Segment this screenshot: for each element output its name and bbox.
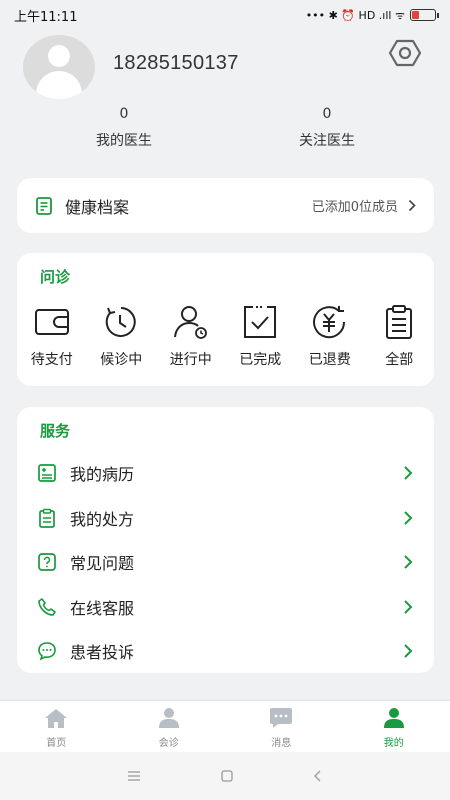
settings-hexagon-icon <box>388 39 422 67</box>
clock-icon <box>105 307 136 337</box>
health-file-icon <box>36 196 52 215</box>
consult-pending-payment[interactable]: 待支付 <box>17 303 87 369</box>
status-icons: ••• ✱ ⏰ HD .ıll ᯤ <box>305 8 405 22</box>
status-time: 上午11:11 <box>14 9 78 25</box>
chat-icon <box>38 642 56 661</box>
profile-header: 18285150137 0 我的医生 0 关注医生 <box>0 30 450 160</box>
consult-waiting[interactable]: 候诊中 <box>87 303 157 369</box>
phone-icon <box>38 597 56 616</box>
nav-label: 消息 <box>271 738 292 749</box>
profile-icon <box>383 708 404 728</box>
menu-icon[interactable] <box>127 771 141 781</box>
consult-label: 待支付 <box>30 352 73 368</box>
chevron-right-icon <box>404 600 413 614</box>
chevron-right-icon <box>408 199 416 212</box>
health-records-title: 健康档案 <box>65 197 130 217</box>
home-icon <box>45 709 68 728</box>
chevron-right-icon <box>404 466 413 480</box>
nav-home[interactable]: 首页 <box>0 701 113 752</box>
health-members-count: 已添加0位成员 <box>311 200 398 215</box>
consult-section-title: 问诊 <box>40 268 71 286</box>
consult-all[interactable]: 全部 <box>365 303 435 369</box>
nav-label: 会诊 <box>158 738 179 749</box>
back-icon[interactable] <box>313 770 323 782</box>
prescription-icon <box>39 508 55 528</box>
consult-grid: 待支付 候诊中 进行中 已完成 已退费 全部 <box>17 303 434 369</box>
user-phone: 18285150137 <box>113 52 239 74</box>
stat-my-doctors[interactable]: 0 我的医生 <box>64 106 184 150</box>
service-label: 我的病历 <box>70 465 135 485</box>
stat-followed-doctors-label: 关注医生 <box>299 133 355 149</box>
bottom-nav: 首页 会诊 消息 我的 <box>0 700 450 752</box>
nav-label: 我的 <box>383 738 404 749</box>
check-box-icon <box>244 306 277 338</box>
system-nav-bar <box>0 752 450 800</box>
consult-label: 进行中 <box>169 352 212 368</box>
services-card: 服务 我的病历 我的处方 常见问题 在线客服 患者投诉 <box>17 407 434 673</box>
home-square-icon[interactable] <box>221 770 233 782</box>
consult-label: 全部 <box>385 352 414 368</box>
nav-consultation[interactable]: 会诊 <box>113 701 226 752</box>
message-icon <box>270 708 293 728</box>
consult-label: 已退费 <box>308 352 351 368</box>
nav-messages[interactable]: 消息 <box>225 701 338 752</box>
battery-icon <box>410 9 439 21</box>
yuan-refund-icon <box>312 306 345 339</box>
service-complaints[interactable]: 患者投诉 <box>17 629 434 674</box>
nav-profile[interactable]: 我的 <box>338 701 450 752</box>
status-bar: 上午11:11 ••• ✱ ⏰ HD .ıll ᯤ <box>0 0 450 30</box>
service-medical-records[interactable]: 我的病历 <box>17 451 434 496</box>
stat-followed-doctors[interactable]: 0 关注医生 <box>267 106 387 150</box>
service-label: 在线客服 <box>70 598 135 618</box>
stat-my-doctors-label: 我的医生 <box>96 133 152 149</box>
stat-my-doctors-value: 0 <box>119 106 129 122</box>
status-indicators: ••• ✱ ⏰ HD .ıll ᯤ <box>305 8 439 23</box>
consultation-icon <box>158 708 179 728</box>
consult-label: 候诊中 <box>100 352 143 368</box>
wallet-icon <box>34 309 69 335</box>
consult-completed[interactable]: 已完成 <box>226 303 296 369</box>
medical-record-icon <box>38 464 56 483</box>
service-label: 患者投诉 <box>70 643 135 663</box>
consultation-card: 问诊 待支付 候诊中 进行中 已完成 已退费 全部 <box>17 253 434 386</box>
question-icon <box>38 553 56 572</box>
avatar[interactable] <box>23 35 95 99</box>
clipboard-icon <box>386 305 413 339</box>
service-faq[interactable]: 常见问题 <box>17 540 434 585</box>
service-prescriptions[interactable]: 我的处方 <box>17 496 434 541</box>
settings-button[interactable] <box>388 38 422 68</box>
consult-label: 已完成 <box>239 352 282 368</box>
service-label: 我的处方 <box>70 509 135 529</box>
chevron-right-icon <box>404 644 413 658</box>
user-progress-icon <box>173 306 207 339</box>
service-online-support[interactable]: 在线客服 <box>17 585 434 630</box>
chevron-right-icon <box>404 555 413 569</box>
nav-label: 首页 <box>46 738 67 749</box>
consult-refunded[interactable]: 已退费 <box>295 303 365 369</box>
health-records-card[interactable]: 健康档案 已添加0位成员 <box>17 178 434 233</box>
consult-in-progress[interactable]: 进行中 <box>156 303 226 369</box>
service-section-title: 服务 <box>40 422 71 440</box>
service-label: 常见问题 <box>70 554 135 574</box>
stat-followed-doctors-value: 0 <box>322 106 332 122</box>
chevron-right-icon <box>404 511 413 525</box>
service-list: 我的病历 我的处方 常见问题 在线客服 患者投诉 <box>17 451 434 674</box>
